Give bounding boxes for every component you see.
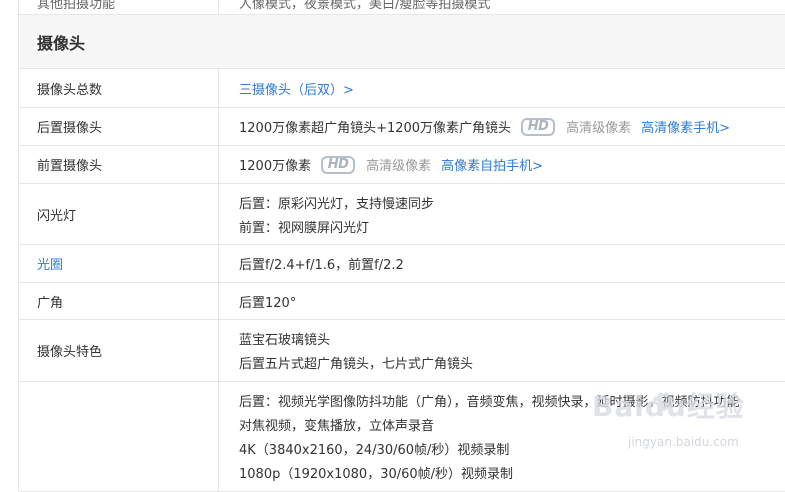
spec-row-wide-angle: 广角 后置120°: [19, 283, 785, 320]
row-label: [19, 382, 219, 491]
row-value: 人像模式，夜景模式，美白/瘦脸等拍摄模式: [239, 0, 491, 12]
selfie-phones-link[interactable]: 高像素自拍手机>: [441, 155, 543, 174]
video-line: 1080p（1920x1080，30/60帧/秒）视频录制: [239, 466, 514, 482]
row-label: 后置摄像头: [19, 108, 219, 145]
hd-pixel-phones-link[interactable]: 高清像素手机>: [641, 117, 730, 136]
flash-line: 前置：视网膜屏闪光灯: [239, 220, 370, 236]
aperture-value: 后置f/2.4+f/1.6，前置f/2.2: [239, 258, 404, 273]
spec-row-front-camera: 前置摄像头 1200万像素 HD 高清级像素 高像素自拍手机>: [19, 146, 785, 184]
video-line: 对焦视频，变焦播放，立体声录音: [239, 418, 435, 434]
feature-line: 蓝宝石玻璃镜头: [239, 333, 331, 348]
video-line: 后置：视频光学图像防抖功能（广角），音频变焦，视频快录，延时摄影，视频防抖功能: [239, 394, 740, 410]
spec-row-flash: 闪光灯 后置：原彩闪光灯，支持慢速同步 前置：视网膜屏闪光灯: [19, 184, 785, 245]
row-label: 广角: [19, 283, 219, 319]
row-label: 摄像头特色: [19, 320, 219, 381]
front-camera-value: 1200万像素: [239, 159, 312, 174]
row-label: 摄像头总数: [19, 69, 219, 107]
quality-label: 高清级像素: [366, 159, 432, 174]
spec-row-aperture: 光圈 后置f/2.4+f/1.6，前置f/2.2: [19, 245, 785, 283]
feature-line: 后置五片式超广角镜头，七片式广角镜头: [239, 357, 474, 372]
spec-row-camera-count: 摄像头总数 三摄像头（后双）>: [19, 69, 785, 108]
flash-line: 后置：原彩闪光灯，支持慢速同步: [239, 196, 435, 212]
row-label: 其他拍摄功能: [19, 0, 219, 14]
spec-row-camera-features: 摄像头特色 蓝宝石玻璃镜头 后置五片式超广角镜头，七片式广角镜头: [19, 320, 785, 382]
wide-angle-value: 后置120°: [239, 295, 297, 311]
hd-icon: HD: [521, 117, 556, 136]
video-line: 4K（3840x2160，24/30/60帧/秒）视频录制: [239, 442, 510, 458]
row-label: 前置摄像头: [19, 146, 219, 183]
spec-row-rear-camera: 后置摄像头 1200万像素超广角镜头+1200万像素广角镜头 HD 高清级像素 …: [19, 108, 785, 146]
spec-row-video: 后置：视频光学图像防抖功能（广角），音频变焦，视频快录，延时摄影，视频防抖功能 …: [19, 382, 785, 492]
rear-camera-value: 1200万像素超广角镜头+1200万像素广角镜头: [239, 121, 512, 136]
row-label: 闪光灯: [19, 184, 219, 244]
spec-row-other-shooting: 其他拍摄功能 人像模式，夜景模式，美白/瘦脸等拍摄模式: [19, 0, 785, 15]
aperture-label-link[interactable]: 光圈: [19, 245, 219, 282]
hd-icon: HD: [321, 155, 356, 174]
camera-count-link[interactable]: 三摄像头（后双）>: [239, 79, 354, 98]
section-title-camera: 摄像头: [19, 15, 785, 69]
quality-label: 高清级像素: [566, 121, 632, 136]
spec-table: 其他拍摄功能 人像模式，夜景模式，美白/瘦脸等拍摄模式 摄像头 摄像头总数 三摄…: [18, 0, 785, 492]
